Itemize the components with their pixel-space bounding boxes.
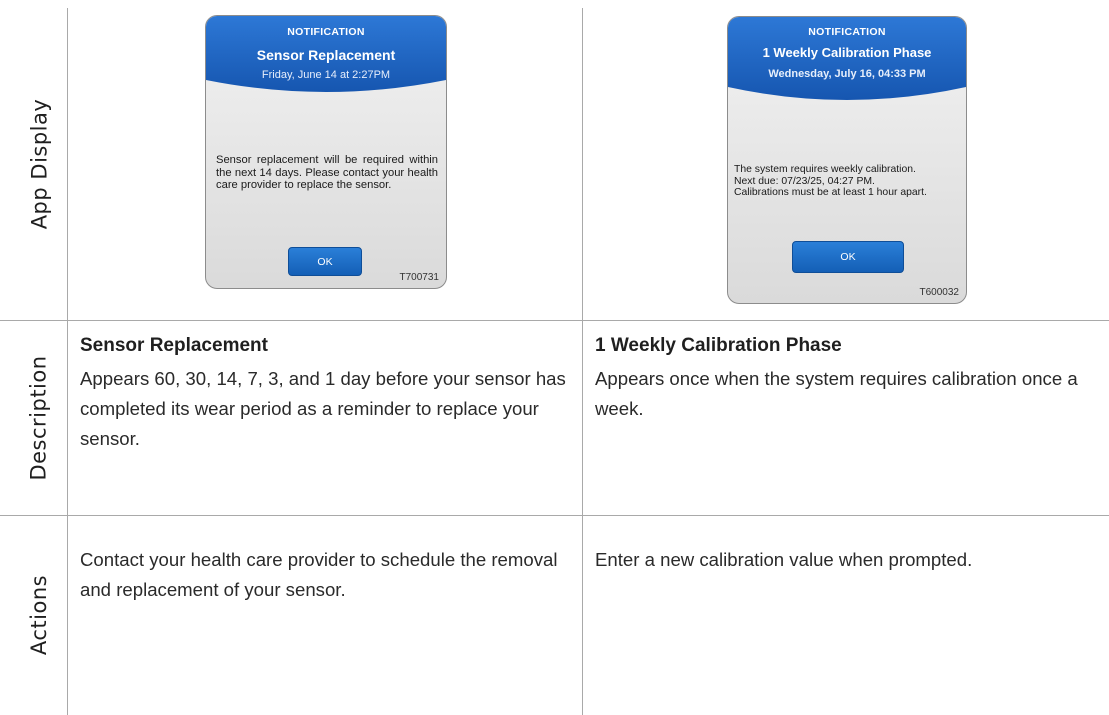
description-body-left: Appears 60, 30, 14, 7, 3, and 1 day befo… (80, 368, 566, 449)
notification-card-sensor-replacement: NOTIFICATION Sensor Replacement Friday, … (205, 15, 447, 289)
action-text-left: Contact your health care provider to sch… (80, 549, 558, 600)
action-text-right: Enter a new calibration value when promp… (595, 549, 973, 570)
message-line: Calibrations must be at least 1 hour apa… (734, 187, 927, 199)
row-divider-1 (0, 320, 1109, 321)
description-title-left: Sensor Replacement (80, 335, 268, 356)
table-border-left (67, 8, 68, 715)
notification-title: Sensor Replacement (256, 47, 396, 63)
ok-button[interactable]: OK (288, 247, 362, 276)
table-column-divider (582, 8, 583, 715)
notification-message: Sensor replacement will be required with… (216, 154, 438, 192)
message-line: Next due: 07/23/25, 04:27 PM. (734, 175, 875, 187)
notification-title: 1 Weekly Calibration Phase (762, 45, 932, 60)
notification-header: NOTIFICATION Sensor Replacement Friday, … (206, 16, 446, 101)
notification-header: NOTIFICATION 1 Weekly Calibration Phase … (728, 17, 966, 109)
ok-button[interactable]: OK (792, 241, 904, 273)
notification-kind: NOTIFICATION (287, 26, 365, 38)
notification-message: The system requires weekly calibration. … (734, 164, 964, 199)
row-label-actions: Actions (27, 574, 51, 656)
row-divider-2 (0, 515, 1109, 516)
notification-kind: NOTIFICATION (808, 26, 886, 38)
description-body-right: Appears once when the system requires ca… (595, 368, 1078, 419)
notification-code: T700731 (399, 272, 439, 283)
notification-card-weekly-calibration: NOTIFICATION 1 Weekly Calibration Phase … (727, 16, 967, 304)
notification-date: Friday, June 14 at 2:27PM (261, 69, 391, 81)
row-label-description: Description (27, 355, 52, 481)
row-label-app-display: App Display (27, 98, 52, 230)
description-title-right: 1 Weekly Calibration Phase (595, 335, 842, 356)
message-line: The system requires weekly calibration. (734, 164, 916, 175)
notification-code: T600032 (919, 287, 959, 298)
notification-date: Wednesday, July 16, 04:33 PM (768, 68, 926, 80)
